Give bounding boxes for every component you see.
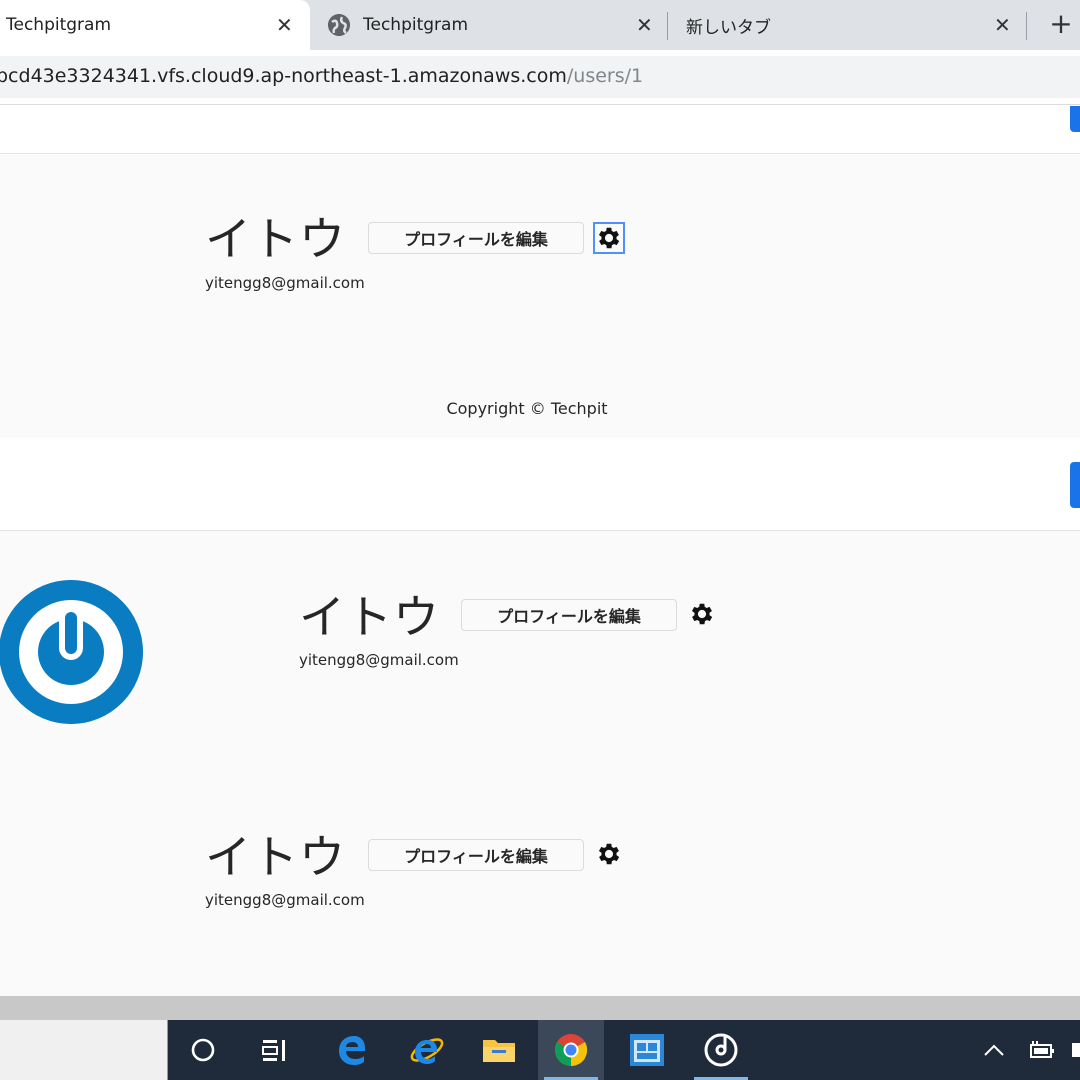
tab-title: Techpitgram xyxy=(363,15,469,35)
browser-tab-strip: Techpitgram ✕ Techpitgram ✕ 新しいタブ ✕ + xyxy=(0,0,1080,50)
chrome-icon[interactable] xyxy=(538,1020,604,1080)
tray-overflow xyxy=(1072,1043,1080,1057)
tab-new-tab[interactable]: 新しいタブ ✕ xyxy=(668,0,1026,50)
globe-icon xyxy=(328,14,350,36)
username: イトウ xyxy=(205,212,346,266)
browser-toolbar: bcd43e3324341.vfs.cloud9.ap-northeast-1.… xyxy=(0,50,1080,105)
close-icon[interactable]: ✕ xyxy=(276,13,293,37)
file-explorer-icon[interactable] xyxy=(466,1020,532,1080)
copyright-text: Copyright © Techpit xyxy=(446,399,608,418)
user-email: yitengg8@gmail.com xyxy=(205,891,365,909)
tab-techpitgram-active[interactable]: Techpitgram ✕ xyxy=(0,0,310,50)
nav-button[interactable] xyxy=(1070,462,1080,508)
username: イトウ xyxy=(299,590,440,644)
username: イトウ xyxy=(205,830,346,884)
windows-taskbar xyxy=(0,1020,1080,1080)
tab-title: Techpitgram xyxy=(6,15,112,35)
close-icon[interactable]: ✕ xyxy=(636,13,653,37)
tab-techpitgram[interactable]: Techpitgram ✕ xyxy=(312,0,668,50)
url-text[interactable]: bcd43e3324341.vfs.cloud9.ap-northeast-1.… xyxy=(0,65,643,87)
edit-profile-button[interactable]: プロフィールを編集 xyxy=(368,222,584,254)
taskbar-search-box[interactable] xyxy=(0,1020,168,1080)
top-nav-bar xyxy=(0,106,1080,154)
profile-panel-1: イトウ プロフィールを編集 yitengg8@gmail.com Copyrig… xyxy=(0,155,1080,438)
user-email: yitengg8@gmail.com xyxy=(205,274,365,292)
horizontal-scrollbar[interactable] xyxy=(0,996,1080,1020)
user-email: yitengg8@gmail.com xyxy=(299,651,459,669)
edge-icon[interactable] xyxy=(319,1020,385,1080)
page-content: イトウ プロフィールを編集 yitengg8@gmail.com Copyrig… xyxy=(0,106,1080,996)
task-view-icon[interactable] xyxy=(242,1020,308,1080)
profile-panel-2: イトウ プロフィールを編集 yitengg8@gmail.com イトウ プロフ… xyxy=(0,531,1080,996)
edit-profile-button[interactable]: プロフィールを編集 xyxy=(461,599,677,631)
top-nav-bar xyxy=(0,438,1080,531)
tab-separator xyxy=(1026,12,1027,40)
url-host: bcd43e3324341.vfs.cloud9.ap-northeast-1.… xyxy=(0,65,567,87)
power-logo-icon xyxy=(0,580,143,724)
edit-profile-button[interactable]: プロフィールを編集 xyxy=(368,839,584,871)
cortana-icon[interactable] xyxy=(170,1020,236,1080)
gear-icon[interactable] xyxy=(594,839,624,869)
new-tab-button[interactable]: + xyxy=(1046,10,1076,40)
internet-explorer-icon[interactable] xyxy=(394,1020,460,1080)
chevron-up-icon[interactable] xyxy=(978,1020,1010,1080)
tab-title: 新しいタブ xyxy=(686,17,771,38)
gear-icon[interactable] xyxy=(593,222,625,254)
close-icon[interactable]: ✕ xyxy=(994,13,1011,37)
avatar xyxy=(0,580,143,724)
address-bar[interactable]: bcd43e3324341.vfs.cloud9.ap-northeast-1.… xyxy=(0,56,1080,98)
store-app-icon[interactable] xyxy=(614,1020,680,1080)
url-path: /users/1 xyxy=(566,65,644,87)
gear-icon[interactable] xyxy=(687,599,717,629)
groove-music-icon[interactable] xyxy=(688,1020,754,1080)
battery-icon[interactable] xyxy=(1026,1020,1058,1080)
nav-button[interactable] xyxy=(1070,106,1080,132)
